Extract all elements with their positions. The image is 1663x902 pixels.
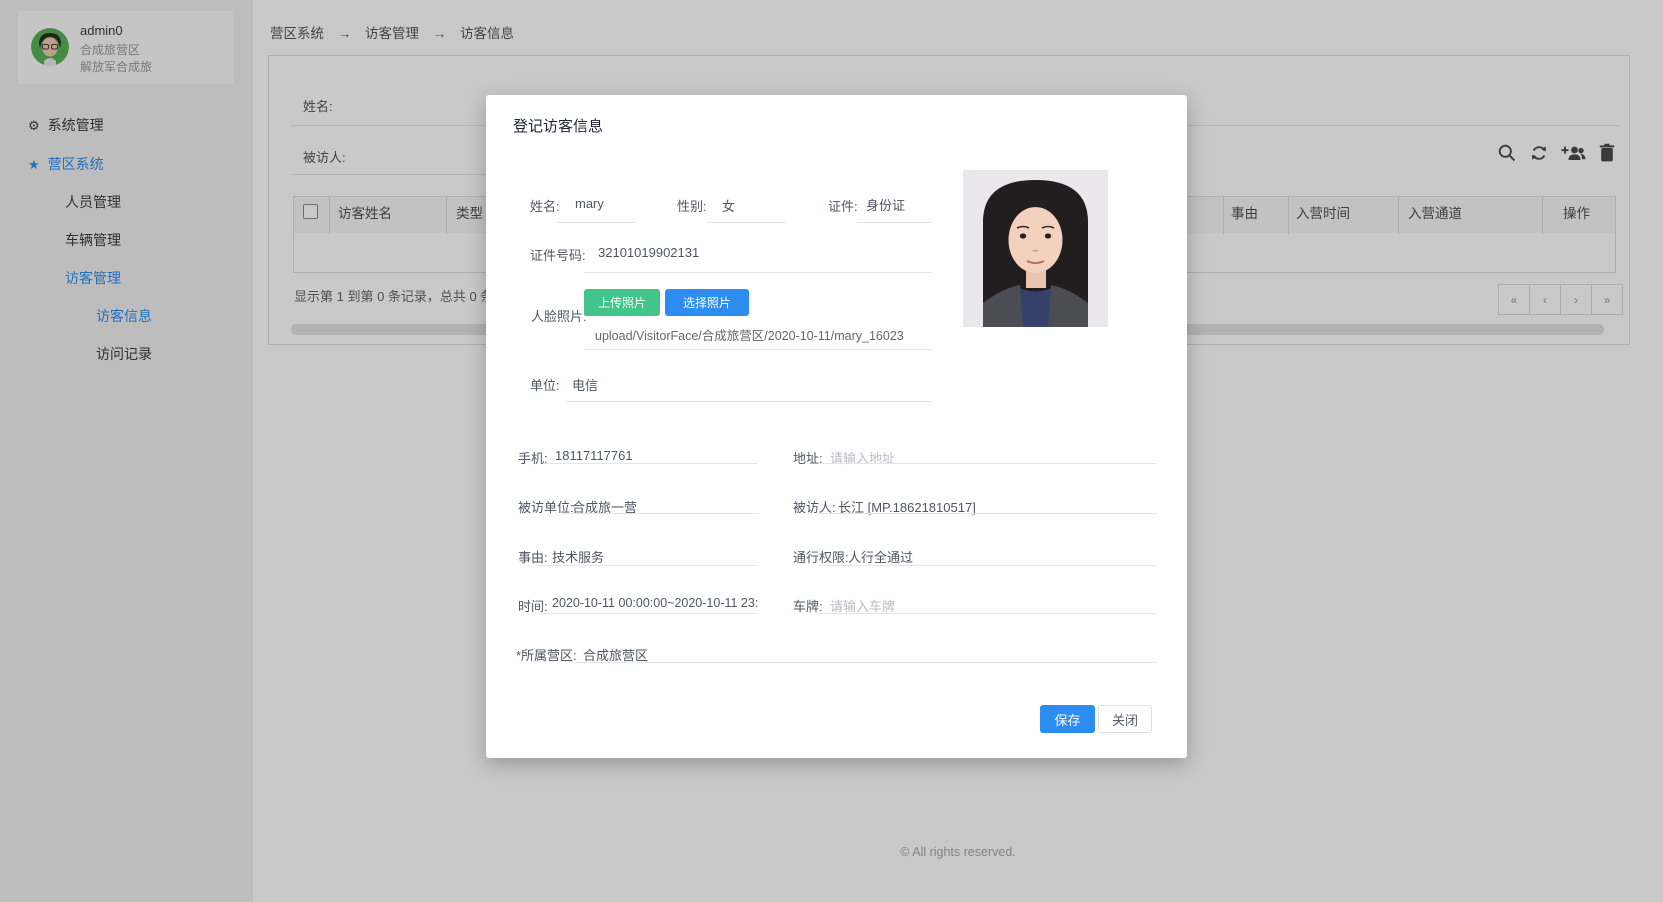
upload-photo-button[interactable]: 上传照片 <box>584 289 660 316</box>
dialog-title: 登记访客信息 <box>513 115 603 136</box>
face-photo-path: upload/VisitorFace/合成旅营区/2020-10-11/mary… <box>595 325 935 344</box>
unit-label: 单位: <box>530 375 560 394</box>
name-underline <box>557 222 636 223</box>
visited-unit-underline <box>563 513 758 514</box>
access-input[interactable]: 人行全通过 <box>848 547 913 566</box>
register-visitor-dialog: 登记访客信息 姓名: mary 性别: 女 证件: 身份证 证件号码: 3210… <box>486 95 1187 758</box>
id-type-label: 证件: <box>828 196 858 215</box>
gender-input[interactable]: 女 <box>722 196 735 215</box>
phone-input[interactable]: 18117117761 <box>555 448 633 463</box>
id-number-underline <box>584 272 932 273</box>
app-window: admin0 合成旅营区 解放军合成旅 ⚙系统管理 ★营区系统 人员管理 车辆管… <box>0 0 1663 902</box>
reason-label: 事由: <box>518 547 548 566</box>
name-input[interactable]: mary <box>575 196 604 211</box>
reason-input[interactable]: 技术服务 <box>552 547 604 566</box>
unit-underline <box>567 401 932 402</box>
time-input[interactable]: 2020-10-11 00:00:00~2020-10-11 23:59:59 <box>552 596 759 610</box>
face-photo-underline <box>584 349 932 350</box>
close-button[interactable]: 关闭 <box>1098 705 1152 733</box>
save-button[interactable]: 保存 <box>1040 705 1095 733</box>
phone-label: 手机: <box>518 448 548 467</box>
gender-underline <box>707 222 785 223</box>
id-number-label: 证件号码: <box>530 245 586 264</box>
address-label: 地址: <box>793 448 823 467</box>
time-underline <box>539 613 758 614</box>
unit-input[interactable]: 电信 <box>572 375 598 394</box>
face-photo-label: 人脸照片: <box>531 306 587 325</box>
id-type-underline <box>857 222 932 223</box>
address-input[interactable]: 请输入地址 <box>830 448 895 467</box>
plate-underline <box>818 613 1157 614</box>
access-underline <box>818 565 1157 566</box>
camp-underline <box>575 662 1157 663</box>
access-label: 通行权限: <box>793 547 849 566</box>
id-number-input[interactable]: 32101019902131 <box>598 245 699 260</box>
address-underline <box>818 463 1157 464</box>
reason-underline <box>539 565 758 566</box>
id-type-input[interactable]: 身份证 <box>866 195 905 214</box>
phone-underline <box>543 463 758 464</box>
visitor-photo <box>963 170 1108 327</box>
camp-label: *所属营区: <box>516 645 577 664</box>
visited-person-underline <box>818 513 1157 514</box>
gender-label: 性别: <box>677 196 707 215</box>
name-label: 姓名: <box>530 196 560 215</box>
choose-photo-button[interactable]: 选择照片 <box>665 289 749 316</box>
